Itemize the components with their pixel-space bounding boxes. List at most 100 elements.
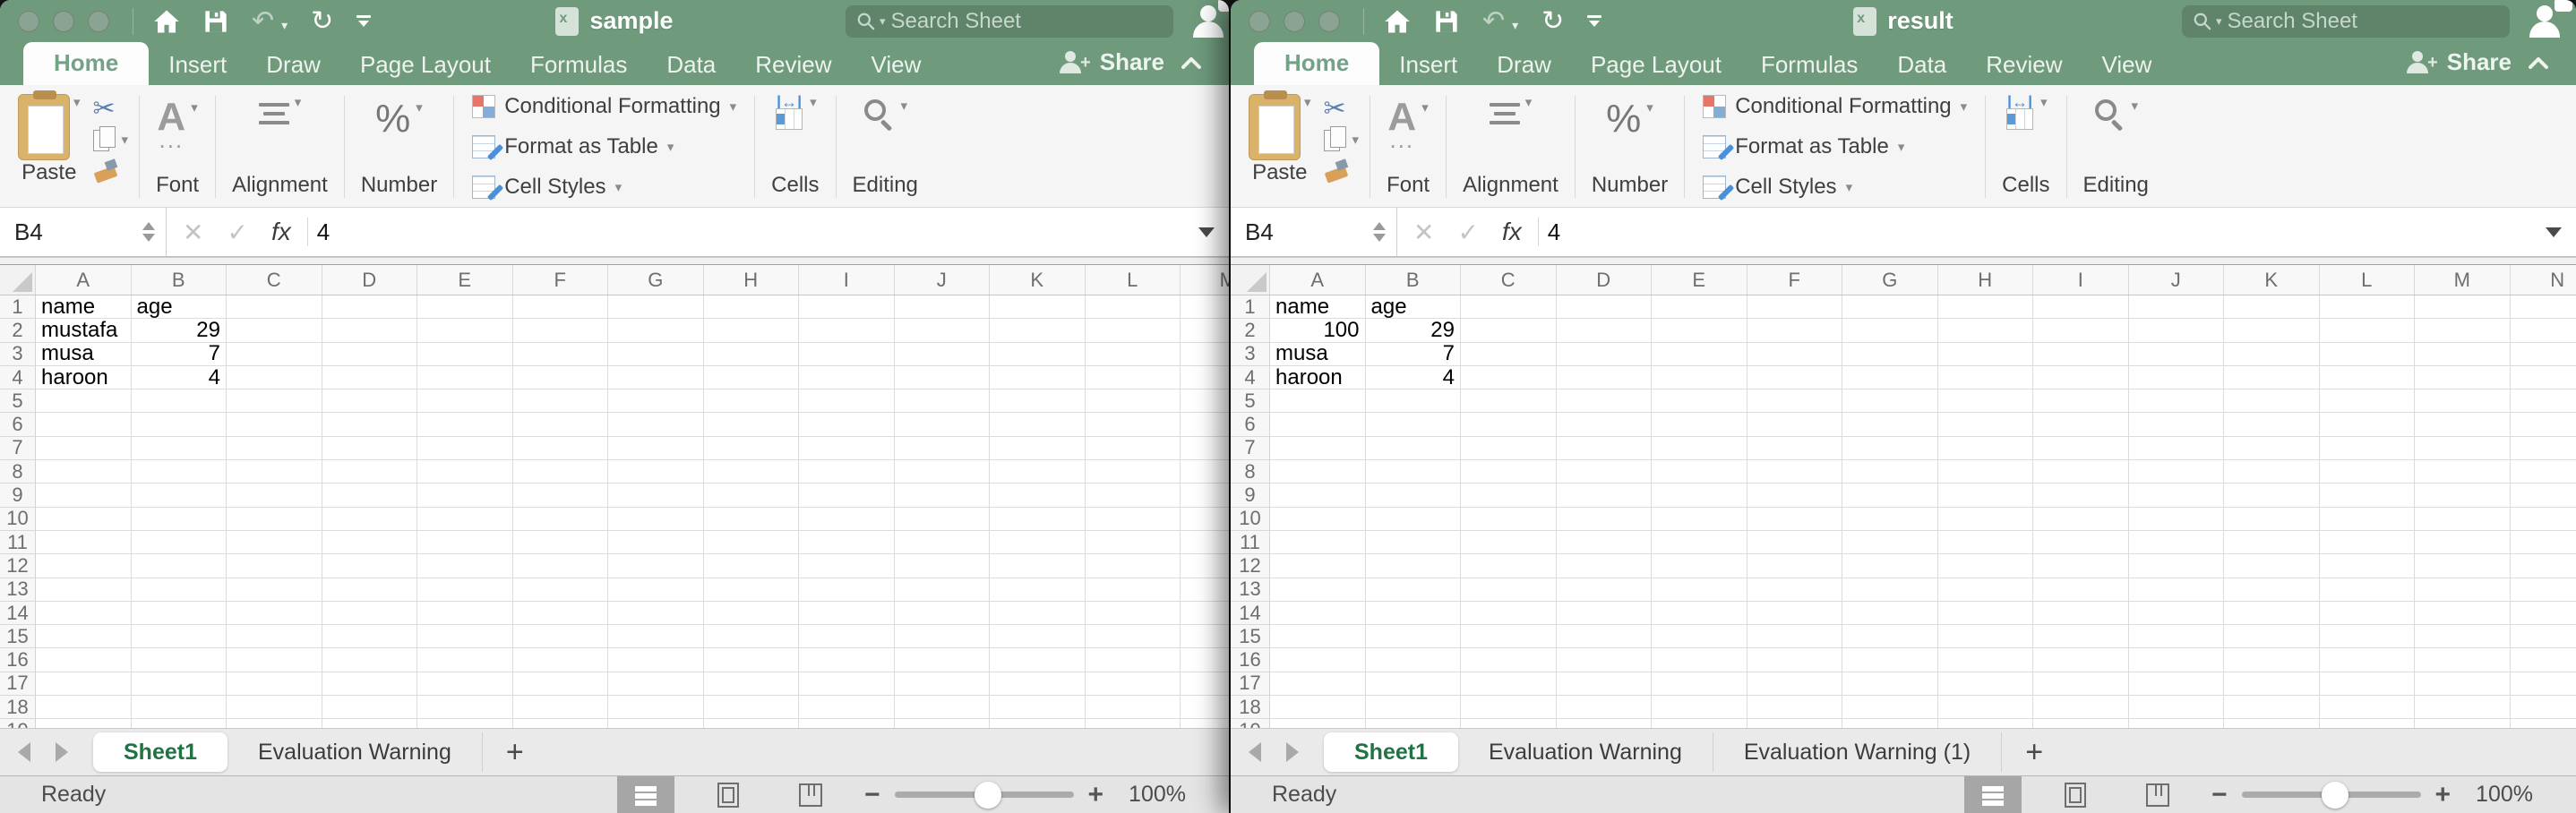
cell-A2[interactable]: mustafa (36, 319, 132, 342)
cell-M15[interactable] (1181, 625, 1229, 648)
cell-C7[interactable] (227, 437, 322, 460)
cell-I7[interactable] (799, 437, 895, 460)
cell-K19[interactable] (2224, 719, 2320, 728)
column-header-N[interactable]: N (2511, 265, 2576, 295)
cell-C6[interactable] (227, 413, 322, 436)
cell-L7[interactable] (1086, 437, 1181, 460)
alignment-icon[interactable] (259, 94, 289, 124)
cell-H11[interactable] (1938, 531, 2034, 554)
row-header-6[interactable]: 6 (1231, 413, 1270, 436)
cell-H18[interactable] (704, 696, 800, 719)
row-header-12[interactable]: 12 (0, 554, 36, 578)
format-as-table-button[interactable]: Format as Table▾ (472, 134, 674, 159)
cell-M13[interactable] (1181, 578, 1229, 602)
cell-I4[interactable] (2033, 366, 2129, 389)
cell-I16[interactable] (2033, 648, 2129, 672)
font-icon[interactable]: A... (157, 99, 185, 144)
cell-D14[interactable] (1557, 602, 1653, 625)
row-header-7[interactable]: 7 (0, 437, 36, 460)
collapse-ribbon-icon[interactable] (1181, 56, 1202, 70)
cell-G15[interactable] (608, 625, 704, 648)
cell-C1[interactable] (227, 295, 322, 319)
cell-G14[interactable] (1842, 602, 1938, 625)
cell-I14[interactable] (799, 602, 895, 625)
cell-H9[interactable] (1938, 484, 2034, 507)
cell-F10[interactable] (513, 508, 609, 531)
cell-D12[interactable] (322, 554, 418, 578)
cell-D2[interactable] (322, 319, 418, 342)
tab-page-layout[interactable]: Page Layout (340, 46, 511, 85)
cell-H1[interactable] (704, 295, 800, 319)
cell-M19[interactable] (1181, 719, 1229, 728)
cell-I2[interactable] (2033, 319, 2129, 342)
cell-D17[interactable] (1557, 672, 1653, 696)
cell-G12[interactable] (608, 554, 704, 578)
alignment-dropdown-caret[interactable]: ▾ (1525, 94, 1533, 110)
select-all-corner[interactable] (0, 265, 36, 295)
cell-D10[interactable] (1557, 508, 1653, 531)
cell-G19[interactable] (608, 719, 704, 728)
cell-N10[interactable] (2511, 508, 2576, 531)
row-header-1[interactable]: 1 (1231, 295, 1270, 319)
cell-G16[interactable] (1842, 648, 1938, 672)
share-button[interactable]: + Share (2406, 48, 2512, 76)
cell-H13[interactable] (704, 578, 800, 602)
cell-M10[interactable] (2415, 508, 2511, 531)
cell-J4[interactable] (895, 366, 991, 389)
insert-function-icon[interactable]: fx (1502, 218, 1522, 247)
cell-F9[interactable] (513, 484, 609, 507)
cut-icon[interactable]: ✂ (93, 96, 116, 123)
cell-I1[interactable] (2033, 295, 2129, 319)
close-window-button[interactable] (1249, 11, 1270, 32)
row-header-8[interactable]: 8 (0, 460, 36, 484)
cell-E17[interactable] (417, 672, 513, 696)
cell-M17[interactable] (2415, 672, 2511, 696)
cell-L12[interactable] (2320, 554, 2416, 578)
toolbar-options-icon[interactable] (1587, 15, 1601, 27)
cell-K4[interactable] (990, 366, 1086, 389)
cell-C11[interactable] (227, 531, 322, 554)
cell-N1[interactable] (2511, 295, 2576, 319)
accept-entry-icon[interactable]: ✓ (1457, 218, 1478, 247)
cell-I12[interactable] (2033, 554, 2129, 578)
cell-I7[interactable] (2033, 437, 2129, 460)
editing-icon[interactable] (2093, 98, 2125, 132)
row-header-4[interactable]: 4 (1231, 366, 1270, 389)
cell-E11[interactable] (1652, 531, 1747, 554)
cell-G9[interactable] (608, 484, 704, 507)
cell-G13[interactable] (1842, 578, 1938, 602)
cell-G15[interactable] (1842, 625, 1938, 648)
cell-D5[interactable] (1557, 389, 1653, 413)
cell-K10[interactable] (990, 508, 1086, 531)
cell-A7[interactable] (1270, 437, 1366, 460)
column-header-L[interactable]: L (1086, 265, 1181, 295)
cell-F7[interactable] (1747, 437, 1843, 460)
cell-C2[interactable] (1461, 319, 1557, 342)
cell-J16[interactable] (895, 648, 991, 672)
cell-C10[interactable] (1461, 508, 1557, 531)
close-window-button[interactable] (18, 11, 39, 32)
cell-B15[interactable] (132, 625, 228, 648)
cell-F15[interactable] (513, 625, 609, 648)
cell-A11[interactable] (1270, 531, 1366, 554)
cell-J19[interactable] (895, 719, 991, 728)
cell-H3[interactable] (1938, 343, 2034, 366)
cell-H17[interactable] (704, 672, 800, 696)
cell-E8[interactable] (417, 460, 513, 484)
cell-K1[interactable] (990, 295, 1086, 319)
row-header-14[interactable]: 14 (1231, 602, 1270, 625)
cell-H9[interactable] (704, 484, 800, 507)
cell-M16[interactable] (2415, 648, 2511, 672)
cell-A14[interactable] (36, 602, 132, 625)
cell-A7[interactable] (36, 437, 132, 460)
cell-N16[interactable] (2511, 648, 2576, 672)
cell-B11[interactable] (132, 531, 228, 554)
cell-L13[interactable] (1086, 578, 1181, 602)
cell-E10[interactable] (1652, 508, 1747, 531)
cell-F4[interactable] (1747, 366, 1843, 389)
copy-dropdown-caret[interactable]: ▾ (1352, 132, 1360, 148)
cell-M6[interactable] (2415, 413, 2511, 436)
cell-D16[interactable] (322, 648, 418, 672)
cell-K2[interactable] (990, 319, 1086, 342)
cell-G18[interactable] (608, 696, 704, 719)
